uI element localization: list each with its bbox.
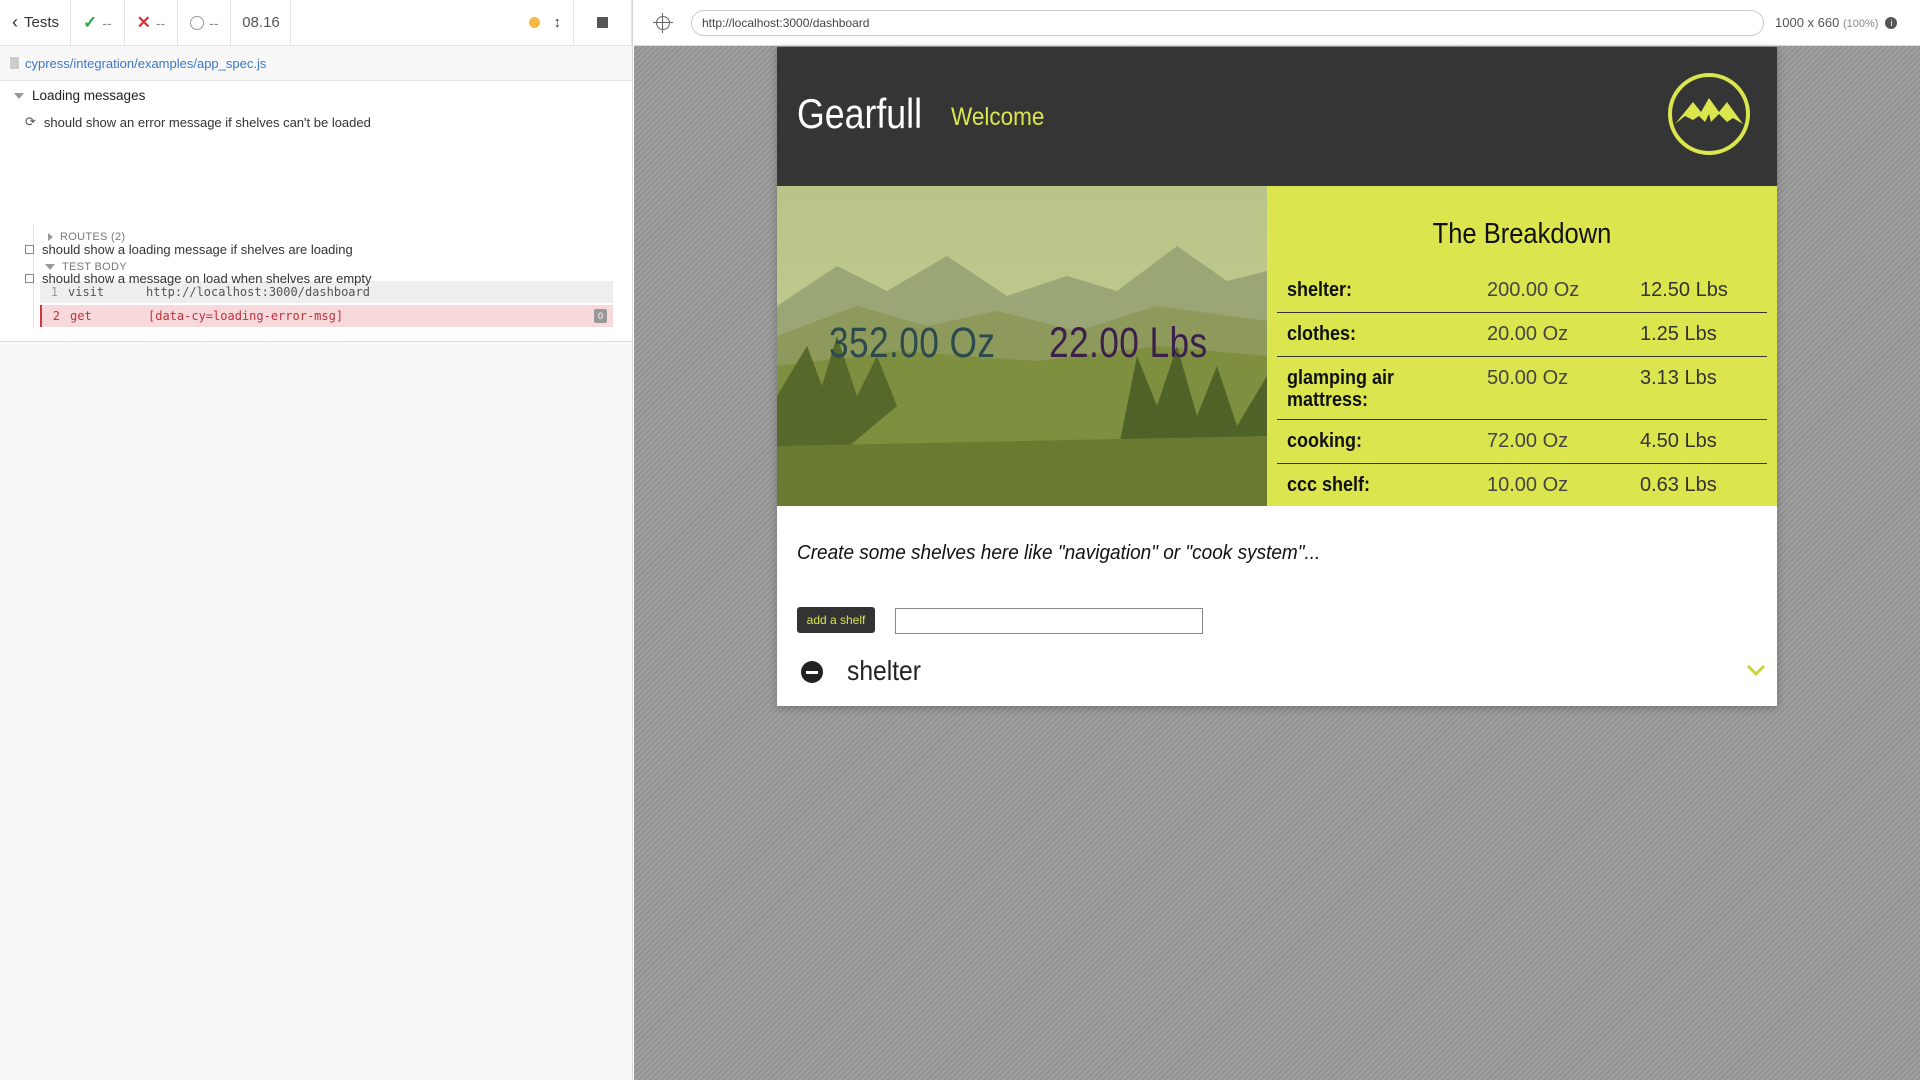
shelf-name-input[interactable] (895, 608, 1203, 634)
test-item[interactable]: should show a message on load when shelv… (25, 271, 372, 286)
mountain-logo-icon (1668, 73, 1750, 155)
caret-down-icon (14, 92, 24, 99)
test-item[interactable]: ⟳ should show an error message if shelve… (25, 114, 371, 130)
remove-shelf-icon[interactable] (801, 661, 823, 683)
add-shelf-button[interactable]: add a shelf (797, 607, 875, 633)
total-ounces: 352.00 Oz (829, 319, 996, 367)
chevron-down-icon[interactable] (1745, 659, 1767, 681)
test-title: should show a message on load when shelv… (42, 271, 372, 286)
shelf-ounces: 10.00 Oz (1487, 474, 1569, 496)
shelf-name: clothes: (1287, 323, 1357, 345)
breakdown-row: ccc shelf: 10.00 Oz 0.63 Lbs (1277, 464, 1767, 506)
info-icon[interactable]: i (1885, 16, 1898, 29)
x-icon: ✕ (136, 12, 151, 32)
shelf-pounds: 4.50 Lbs (1640, 430, 1717, 452)
shelf-pounds: 1.25 Lbs (1640, 323, 1717, 345)
suite-title-label: Loading messages (32, 88, 146, 103)
checkbox-icon (25, 245, 34, 254)
shelf-name: glamping air mattress: (1287, 367, 1395, 411)
gearfull-app: Gearfull Welcome 352.00 Oz 22.00 Lbs The… (777, 47, 1777, 706)
passed-stat: ✓ -- (71, 0, 125, 45)
command-name: get (70, 309, 92, 323)
failed-count: -- (155, 14, 166, 31)
suite-title[interactable]: Loading messages (14, 88, 145, 103)
pending-count: -- (209, 14, 219, 31)
caret-down-icon (45, 264, 55, 270)
check-icon: ✓ (83, 12, 98, 32)
test-item[interactable]: should show a loading message if shelves… (25, 242, 353, 257)
shelf-pounds: 3.13 Lbs (1640, 367, 1717, 389)
shelf-name: shelter: (1287, 279, 1353, 301)
breakdown-row: cooking: 72.00 Oz 4.50 Lbs (1277, 420, 1767, 464)
breakdown-table: shelter: 200.00 Oz 12.50 Lbs clothes: 20… (1277, 269, 1767, 506)
failed-stat: ✕ -- (125, 0, 179, 45)
test-title: should show an error message if shelves … (43, 114, 371, 130)
pending-stat: -- (178, 0, 232, 45)
welcome-link[interactable]: Welcome (951, 103, 1044, 132)
breakdown-row: glamping air mattress: 50.00 Oz 3.13 Lbs (1277, 357, 1767, 420)
crosshair-icon (652, 12, 673, 33)
viewport-dimensions: 1000 x 660 (1775, 15, 1840, 30)
duration: 08.16 (231, 0, 292, 45)
test-suite: Loading messages ⟳ should show an error … (0, 81, 632, 342)
command-number: 2 (52, 309, 60, 323)
header-controls: ↕ (291, 0, 574, 45)
reporter-header: ‹ Tests ✓ -- ✕ -- -- 08.16 ↕ (0, 0, 632, 46)
passed-count: -- (102, 14, 112, 31)
shelf-name: ccc shelf: (1287, 474, 1371, 496)
stop-button[interactable] (574, 0, 632, 45)
spec-path-label[interactable]: cypress/integration/examples/app_spec.js (25, 56, 266, 71)
command-row-failed[interactable]: 2 get [data-cy=loading-error-msg] 0 (40, 305, 613, 327)
element-count-badge: 0 (594, 309, 607, 323)
url-bar[interactable]: http://localhost:3000/dashboard (691, 9, 1764, 36)
shelf-ounces: 72.00 Oz (1487, 430, 1569, 452)
command-number: 1 (50, 285, 58, 299)
caret-right-icon (48, 233, 53, 241)
tests-button[interactable]: ‹ Tests (0, 0, 71, 45)
breakdown-row: clothes: 20.00 Oz 1.25 Lbs (1277, 313, 1767, 357)
stop-icon (597, 17, 608, 28)
shelf-title: shelter (847, 655, 921, 686)
aut-header: http://localhost:3000/dashboard 1000 x 6… (634, 0, 1920, 46)
zoom-level: (100%) (1842, 18, 1879, 30)
shelf-pounds: 0.63 Lbs (1640, 474, 1717, 496)
command-message: [data-cy=loading-error-msg] (148, 309, 344, 323)
auto-scroll-icon[interactable]: ↕ (554, 14, 562, 31)
total-pounds: 22.00 Lbs (1049, 319, 1208, 367)
spec-file-path[interactable]: cypress/integration/examples/app_spec.js (0, 46, 632, 81)
command-name: visit (68, 285, 105, 299)
selector-playground-button[interactable] (634, 12, 691, 33)
refresh-icon: ⟳ (25, 114, 36, 129)
shelf-item: shelter (777, 652, 1777, 692)
file-icon (10, 57, 19, 69)
circle-icon (190, 15, 205, 30)
brand-title: Gearfull (797, 90, 923, 137)
running-indicator-icon (528, 17, 540, 28)
breakdown-row: shelter: 200.00 Oz 12.50 Lbs (1277, 269, 1767, 313)
checkbox-icon (25, 274, 34, 283)
hero-image: 352.00 Oz 22.00 Lbs (777, 186, 1267, 506)
command-message: http://localhost:3000/dashboard (146, 285, 370, 299)
shelf-ounces: 20.00 Oz (1487, 323, 1569, 345)
viewport-size: 1000 x 660 (100%) (1775, 15, 1878, 30)
shelf-name: cooking: (1287, 430, 1363, 452)
breakdown-panel: The Breakdown shelter: 200.00 Oz 12.50 L… (1267, 186, 1777, 506)
tests-label: Tests (24, 14, 60, 31)
test-title: should show a loading message if shelves… (42, 242, 353, 257)
shelves-intro-text: Create some shelves here like "navigatio… (797, 542, 1321, 564)
shelf-pounds: 12.50 Lbs (1640, 279, 1728, 301)
shelf-ounces: 50.00 Oz (1487, 367, 1569, 389)
breakdown-title: The Breakdown (1432, 218, 1612, 250)
shelf-ounces: 200.00 Oz (1487, 279, 1580, 301)
app-header: Gearfull Welcome (777, 47, 1777, 186)
test-reporter: ‹ Tests ✓ -- ✕ -- -- 08.16 ↕ cypress/int… (0, 0, 633, 1080)
chevron-left-icon: ‹ (12, 12, 18, 32)
